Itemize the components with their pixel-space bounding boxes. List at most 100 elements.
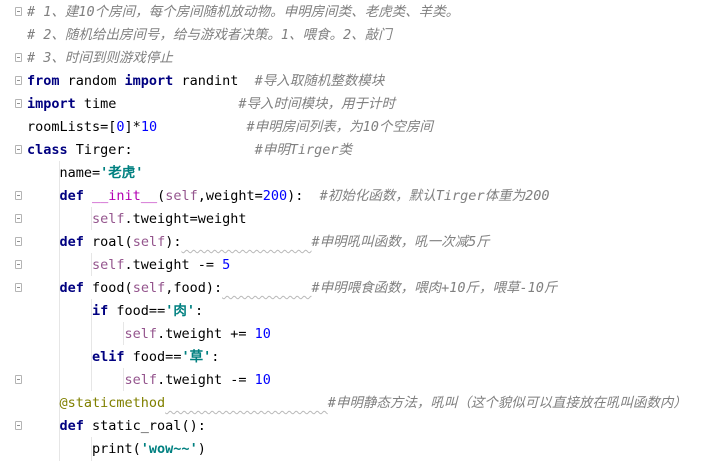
fold-marker-icon[interactable] [15,191,22,200]
code-token: ,weight= [197,188,263,204]
code-line[interactable]: @staticmethod #申明静态方法，吼叫（这个貌似可以直接放在吼叫函数内… [27,392,687,415]
code-token: #申明Tirger类 [254,142,352,158]
code-token: : [194,303,204,319]
code-token: food( [83,280,133,296]
fold-marker-icon[interactable] [15,7,22,16]
code-token: Tirger: [67,142,255,158]
code-token: '老虎' [100,165,144,181]
code-token: from [27,73,60,89]
code-token: '草' [181,349,212,365]
fold-marker-icon[interactable] [15,76,22,85]
editor-gutter [0,0,24,465]
code-token: .tweight=weight [124,211,247,227]
code-token: # 1、建10个房间，每个房间随机放动物。申明房间类、老虎类、羊类。 [27,4,460,20]
fold-marker-icon[interactable] [15,283,22,292]
code-token: 10 [140,119,158,135]
code-token: #初始化函数，默认Tirger体重为200 [319,188,550,204]
code-line[interactable]: elif food=='草': [27,346,219,369]
fold-marker-icon[interactable] [15,53,22,62]
code-token: import [124,73,174,89]
code-editor[interactable]: # 1、建10个房间，每个房间随机放动物。申明房间类、老虎类、羊类。 # 2、随机… [0,0,718,465]
fold-marker-icon[interactable] [15,421,22,430]
code-token: .tweight -= [157,372,255,388]
code-token: if [92,303,109,319]
code-token: #申明喂食函数，喂肉+10斤，喂草-10斤 [311,280,558,296]
code-token: : [211,349,220,365]
code-line[interactable]: class Tirger: #申明Tirger类 [27,139,352,162]
code-token: # 3、时间到则游戏停止 [27,50,173,66]
code-token: roomLists=[ [27,119,117,135]
fold-marker-icon[interactable] [15,237,22,246]
code-token: random [59,73,125,89]
fold-marker-icon[interactable] [15,214,22,223]
code-token: ) [197,441,206,457]
code-token: elif [92,349,125,365]
fold-marker-icon[interactable] [15,260,22,269]
code-line[interactable]: if food=='肉': [27,300,203,323]
code-line[interactable]: def __init__(self,weight=200): #初始化函数，默认… [27,185,550,208]
code-line[interactable]: import time #导入时间模块，用于计时 [27,93,395,116]
code-line[interactable]: self.tweight += 10 [27,323,271,346]
code-token: self [132,280,166,296]
code-line[interactable]: def food(self,food): #申明喂食函数，喂肉+10斤，喂草-1… [27,277,558,300]
code-line[interactable]: name='老虎' [27,162,144,185]
code-token: def [59,188,84,204]
code-token: #申明吼叫函数，吼一次减5斤 [311,234,490,250]
code-token: self [92,211,125,227]
code-token: 200 [262,188,288,204]
code-token: food== [124,349,182,365]
fold-marker-icon[interactable] [15,145,22,154]
code-token: .tweight -= [124,257,223,273]
code-line[interactable]: # 1、建10个房间，每个房间随机放动物。申明房间类、老虎类、羊类。 [27,1,459,24]
code-token: # 2、随机给出房间号，给与游戏者决策。1、喂食。2、敲门 [27,27,392,43]
code-token: class [27,142,68,158]
code-token: 10 [254,326,271,342]
fold-marker-icon[interactable] [15,375,22,384]
code-token: .tweight += [157,326,255,342]
code-token: self [165,188,198,204]
code-token: import [27,96,76,112]
code-line[interactable]: self.tweight=weight [27,208,246,231]
code-line[interactable]: def roal(self): #申明吼叫函数，吼一次减5斤 [27,231,490,254]
code-token: self [124,372,158,388]
code-token: def [59,280,84,296]
code-line[interactable]: self.tweight -= 10 [27,369,271,392]
fold-marker-icon[interactable] [15,99,22,108]
code-token: roal( [83,234,133,250]
code-token: self [124,326,158,342]
code-token: '肉' [165,303,195,319]
code-token: food== [108,303,166,319]
code-line[interactable]: def static_roal(): [27,415,206,438]
code-token: ,food): [165,280,223,296]
code-line[interactable]: roomLists=[0]*10 #申明房间列表，为10个空房间 [27,116,433,139]
code-line[interactable]: from random import randint #导入取随机整数模块 [27,70,384,93]
code-token: #导入取随机整数模块 [254,73,385,89]
code-token: randint [173,73,255,89]
code-line[interactable]: # 3、时间到则游戏停止 [27,47,173,70]
code-line[interactable]: print('wow~~') [27,438,206,461]
code-token: #导入时间模块，用于计时 [238,96,395,112]
code-token: ): [287,188,320,204]
code-line[interactable]: # 2、随机给出房间号，给与游戏者决策。1、喂食。2、敲门 [27,24,392,47]
code-token: 0 [116,119,125,135]
code-token: ( [157,188,166,204]
code-token: 5 [222,257,231,273]
code-token: print( [27,441,141,457]
code-token: 10 [254,372,271,388]
code-line[interactable]: self.tweight -= 5 [27,254,230,277]
code-token: __init__ [92,188,158,204]
